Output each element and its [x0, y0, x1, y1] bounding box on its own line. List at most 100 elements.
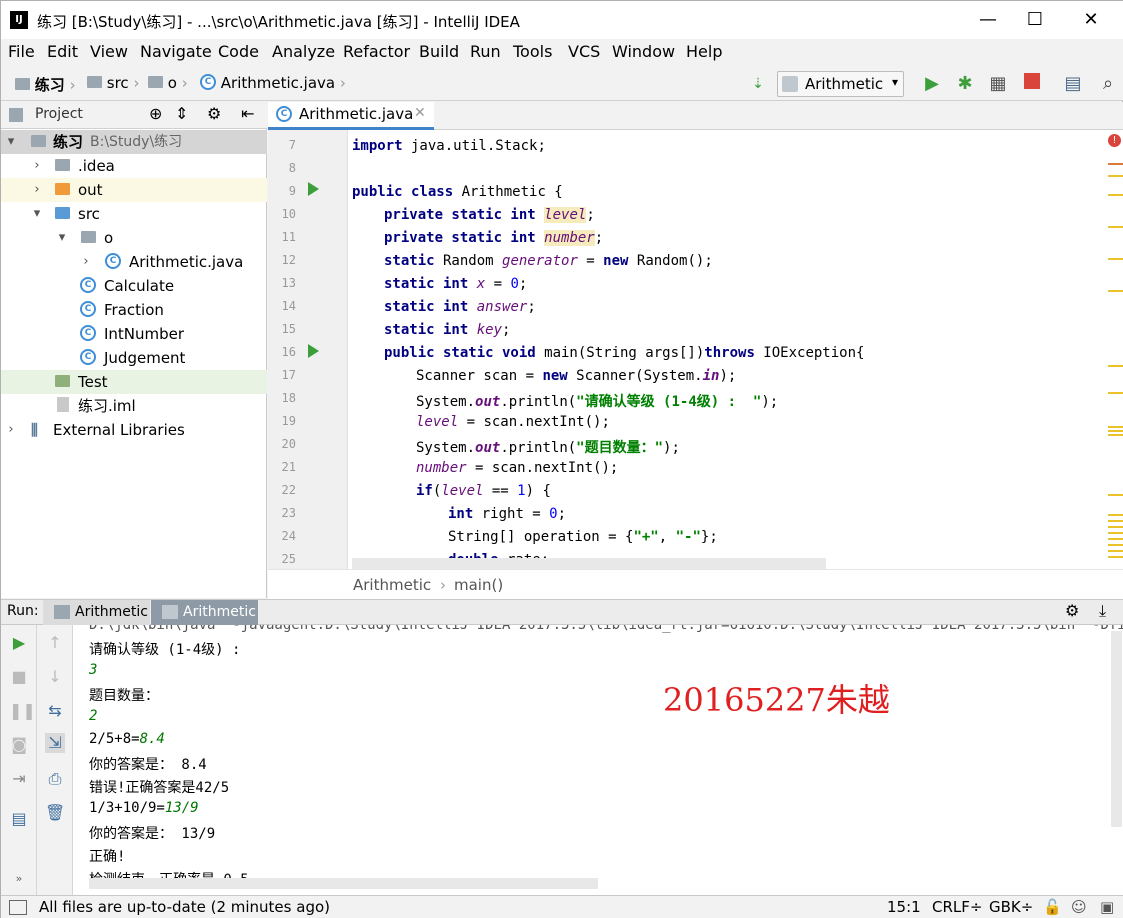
camera-icon[interactable]: ◙	[9, 735, 29, 755]
line-number: 21	[281, 460, 296, 474]
code-line-19: level = scan.nextInt();	[416, 414, 610, 430]
run-gutter-icon[interactable]	[308, 182, 319, 196]
menu-window[interactable]: Window	[612, 42, 675, 61]
code-editor[interactable]: 7 8 9 10 11 12 13 14 15 16 17 18 19 20 2…	[268, 130, 1123, 569]
chevron-right-icon[interactable]: ›	[31, 178, 43, 202]
tree-item-src[interactable]: ▾ src	[1, 202, 267, 226]
code-line-11: private static int number;	[384, 230, 604, 246]
vertical-scrollbar[interactable]	[1111, 631, 1122, 827]
scroll-to-end-icon[interactable]: ⇲	[45, 733, 65, 753]
debug-icon[interactable]: ✱	[954, 73, 976, 95]
breadcrumb-method[interactable]: main()	[454, 576, 503, 594]
locate-icon[interactable]: ⊕	[149, 104, 162, 123]
line-number: 15	[281, 322, 296, 336]
line-separator[interactable]: CRLF÷	[932, 898, 982, 916]
editor-breadcrumbs: Arithmetic › main()	[268, 569, 1123, 599]
chevron-right-icon[interactable]: ›	[80, 250, 92, 274]
login-icon[interactable]: ⇥	[9, 769, 29, 789]
tool-window-toggle-icon[interactable]	[9, 900, 27, 915]
minimize-button[interactable]: —	[964, 1, 1012, 39]
run-gutter-icon[interactable]	[308, 344, 319, 358]
run-configuration-select[interactable]: Arithmetic ▾	[777, 71, 904, 97]
gear-icon[interactable]: ⚙	[1065, 601, 1079, 620]
layout-icon[interactable]: ▤	[9, 809, 29, 829]
menu-code[interactable]: Code	[218, 42, 259, 61]
tree-item-label: External Libraries	[53, 421, 185, 439]
print-icon[interactable]: ⎙	[45, 769, 65, 789]
lock-icon[interactable]: 🔓	[1043, 898, 1062, 916]
tree-item-out[interactable]: › out	[1, 178, 267, 202]
close-tab-icon[interactable]: ✕	[414, 105, 426, 121]
tab-arithmetic-java[interactable]: C Arithmetic.java ✕	[268, 102, 434, 130]
menu-tools[interactable]: Tools	[513, 42, 552, 61]
run-tab-2[interactable]: Arithmetic	[151, 600, 258, 625]
console-output[interactable]: D:\jdk\bin\java "-javaagent:D:\Study\Int…	[73, 625, 1123, 895]
menu-navigate[interactable]: Navigate	[140, 42, 212, 61]
tree-item-arithmetic[interactable]: › C Arithmetic.java	[1, 250, 267, 274]
collapse-all-icon[interactable]: ⇕	[175, 104, 188, 123]
pause-icon[interactable]: ❚❚	[9, 701, 36, 721]
gear-icon[interactable]: ⚙	[207, 104, 221, 123]
close-button[interactable]: ✕	[1067, 1, 1115, 39]
menu-vcs[interactable]: VCS	[568, 42, 600, 61]
menu-help[interactable]: Help	[686, 42, 722, 61]
tree-item-judgement[interactable]: C Judgement	[1, 346, 267, 370]
menu-view[interactable]: View	[90, 42, 128, 61]
menu-build[interactable]: Build	[419, 42, 459, 61]
hide-panel-icon[interactable]: ⇤	[241, 104, 254, 123]
more-icon[interactable]: »	[9, 869, 29, 889]
tree-item-intnumber[interactable]: C IntNumber	[1, 322, 267, 346]
trash-icon[interactable]: 🗑	[45, 803, 65, 823]
search-icon[interactable]: ⌕	[1097, 73, 1119, 95]
chevron-down-icon[interactable]: ▾	[56, 226, 68, 250]
tree-item-calculate[interactable]: C Calculate	[1, 274, 267, 298]
line-number: 18	[281, 391, 296, 405]
chevron-down-icon[interactable]: ▾	[31, 202, 43, 226]
folder-icon	[15, 77, 30, 90]
file-encoding[interactable]: GBK÷	[989, 898, 1033, 916]
menu-refactor[interactable]: Refactor	[343, 42, 410, 61]
tree-item-idea[interactable]: › .idea	[1, 154, 267, 178]
breadcrumb-package[interactable]: o ›	[148, 74, 188, 92]
menu-edit[interactable]: Edit	[47, 42, 78, 61]
project-structure-icon[interactable]: ▤	[1062, 73, 1084, 95]
editor-gutter: 7 8 9 10 11 12 13 14 15 16 17 18 19 20 2…	[268, 130, 348, 569]
breadcrumb-src-label: src	[106, 74, 129, 92]
coverage-icon[interactable]: ▦	[987, 73, 1009, 95]
tree-item-iml[interactable]: 练习.iml	[1, 394, 267, 418]
stop-icon[interactable]: ■	[9, 667, 29, 687]
horizontal-scrollbar[interactable]	[89, 878, 598, 889]
hector-icon[interactable]: ☺	[1071, 898, 1087, 916]
run-tab-1[interactable]: Arithmetic	[43, 600, 150, 625]
chevron-down-icon[interactable]: ▾	[5, 130, 17, 154]
menu-run[interactable]: Run	[470, 42, 501, 61]
error-indicator-icon[interactable]: !	[1108, 134, 1121, 147]
hide-icon[interactable]: ⤓	[1099, 601, 1106, 621]
chevron-right-icon[interactable]: ›	[31, 154, 43, 178]
error-stripe[interactable]: !	[1106, 130, 1123, 569]
arrow-up-icon[interactable]: ↑	[45, 633, 65, 653]
menu-analyze[interactable]: Analyze	[272, 42, 335, 61]
event-log-icon[interactable]: ▣	[1100, 898, 1114, 916]
run-button[interactable]: ▶	[921, 73, 943, 95]
breadcrumb-class[interactable]: Arithmetic	[353, 576, 431, 594]
tree-item-external-libraries[interactable]: › ⫼ External Libraries	[1, 418, 267, 442]
arrow-down-icon[interactable]: ↓	[45, 667, 65, 687]
tree-item-fraction[interactable]: C Fraction	[1, 298, 267, 322]
tree-item-project-root[interactable]: ▾ 练习 B:\Study\练习	[1, 130, 267, 154]
breadcrumb-file[interactable]: C Arithmetic.java ›	[200, 73, 346, 92]
chevron-down-icon: ▾	[891, 75, 898, 89]
horizontal-scrollbar[interactable]	[352, 558, 826, 569]
build-icon[interactable]: ⇣	[747, 73, 769, 95]
caret-position[interactable]: 15:1	[887, 898, 921, 916]
maximize-button[interactable]: ☐	[1011, 1, 1059, 39]
rerun-icon[interactable]: ▶	[9, 633, 29, 653]
soft-wrap-icon[interactable]: ⇆	[45, 701, 65, 721]
breadcrumb-project[interactable]: 练习 ›	[15, 74, 76, 95]
stop-button[interactable]	[1021, 73, 1043, 95]
tree-item-test[interactable]: Test	[1, 370, 267, 394]
menu-file[interactable]: File	[8, 42, 35, 61]
breadcrumb-src[interactable]: src ›	[87, 74, 139, 92]
tree-item-package-o[interactable]: ▾ o	[1, 226, 267, 250]
chevron-right-icon[interactable]: ›	[5, 418, 17, 442]
